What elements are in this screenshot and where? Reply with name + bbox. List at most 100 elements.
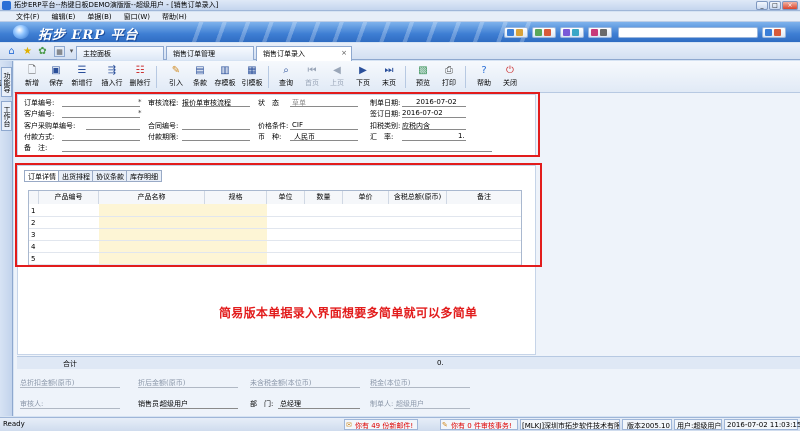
insert-row-icon: ⇶ (107, 65, 117, 76)
banner-button-5[interactable] (762, 27, 786, 38)
sidebar-tab-workbench[interactable]: 工作台 (1, 101, 12, 131)
help-button[interactable]: ? 帮助 (472, 64, 496, 90)
title-bar: 拓步ERP平台--热键日板DEMO演版版--超级用户 - [销售订单录入] _ … (0, 0, 800, 11)
user-panel: 用户:超级用户 (674, 419, 722, 430)
maker-underline (394, 408, 470, 409)
preview-icon: ▧ (418, 65, 428, 76)
new-doc-icon: 🗋 (27, 65, 37, 76)
toolbar-separator (156, 66, 157, 88)
preview-button[interactable]: ▧ 预览 (411, 64, 435, 90)
load-template-icon: ▦ (247, 65, 257, 76)
app-icon (2, 1, 11, 10)
calendar-icon (507, 29, 514, 36)
status-ready: Ready (3, 420, 25, 428)
totals-label: 合计 (63, 360, 77, 368)
company-panel: [MLKJ]深圳市拓步软件技术有限公 (520, 419, 620, 430)
query-button[interactable]: ⌕ 查询 (274, 64, 298, 90)
mail-notice-text: 你有 49 份新邮件! (355, 422, 414, 430)
load-template-button[interactable]: ▦ 引模板 (240, 64, 264, 90)
tab-home[interactable]: 主控面板 (76, 46, 164, 60)
help-icon: ? (481, 65, 487, 76)
terms-icon: ▤ (195, 65, 205, 76)
maximize-button[interactable]: □ (769, 1, 781, 10)
menu-file[interactable]: 文件(F) (10, 12, 46, 22)
document-tab-bar: ⌂ ★ ✿ ▦ ▾ 主控面板 销售订单管理 销售订单录入 × (0, 43, 800, 61)
mail-icon: ✉ (346, 421, 352, 429)
mail-icon (544, 29, 551, 36)
last-page-button[interactable]: ⏭ 末页 (377, 64, 401, 90)
next-page-icon: ▶ (359, 65, 367, 76)
save-template-button[interactable]: ▥ 存模板 (213, 64, 237, 90)
minimize-button[interactable]: _ (756, 1, 768, 10)
user-icon (563, 29, 570, 36)
close-window-button[interactable]: × (782, 1, 798, 10)
brand-banner: 拓步 ERP 平台 (0, 22, 800, 42)
logo-globe-icon (13, 25, 29, 39)
add-row-button[interactable]: ☰ 新增行 (70, 64, 94, 90)
save-template-icon: ▥ (220, 65, 230, 76)
tab-sales-order-entry[interactable]: 销售订单录入 × (256, 46, 352, 61)
banner-button-1[interactable] (504, 27, 528, 38)
close-tab-icon[interactable]: × (341, 49, 347, 57)
task-notice[interactable]: 你有 0 件审核事务! ✎ (440, 419, 518, 430)
toolbar-separator (465, 66, 466, 88)
version-text: 版本2005.10 (627, 422, 670, 430)
user-text: 用户:超级用户 (677, 422, 722, 430)
left-sidebar: 功能导航 工作台 (0, 61, 13, 416)
import-icon: ✎ (171, 65, 181, 76)
maker-label: 制单人: (370, 400, 394, 408)
mail-notice[interactable]: 你有 49 份新邮件! ✉ (344, 419, 418, 430)
dept-underline (278, 408, 360, 409)
menu-edit[interactable]: 编辑(E) (46, 12, 82, 22)
after-disc-field (138, 387, 238, 388)
salesman-underline (160, 408, 238, 409)
last-page-icon: ⏭ (384, 65, 394, 76)
chart-icon (535, 29, 542, 36)
header-highlight-frame (15, 92, 540, 157)
insert-row-button[interactable]: ⇶ 插入行 (100, 64, 124, 90)
print-button[interactable]: ⎙ 打印 (437, 64, 461, 90)
toolbar-separator (405, 66, 406, 88)
menu-window[interactable]: 窗口(W) (118, 12, 156, 22)
order-footer: 总折扣金额(原币) 折后金额(原币) 未含税金额(本位币) 税金(本位币) 审核… (14, 370, 800, 416)
prev-page-button[interactable]: ◀ 上页 (325, 64, 349, 90)
favorite-star-icon[interactable]: ★ (22, 46, 33, 57)
printer-icon: ⎙ (445, 65, 453, 76)
status-bar: Ready 你有 49 份新邮件! ✉ 你有 0 件审核事务! ✎ [MLKJ]深圳… (0, 417, 800, 431)
totals-value: 0. (437, 359, 444, 367)
note-icon (516, 29, 523, 36)
version-panel: 版本2005.10 (622, 419, 672, 430)
banner-button-2[interactable] (532, 27, 556, 38)
banner-button-4[interactable] (588, 27, 612, 38)
window-list-icon[interactable]: ▦ (54, 46, 65, 57)
save-button[interactable]: ▣ 保存 (44, 64, 68, 90)
tax-amount-field (370, 387, 470, 388)
refresh-icon[interactable]: ✿ (37, 46, 48, 57)
banner-button-3[interactable] (560, 27, 584, 38)
company-text: [MLKJ]深圳市拓步软件技术有限公 (522, 422, 620, 430)
task-notice-text: 你有 0 件审核事务! (451, 422, 512, 430)
close-button[interactable]: ⏻ 关闭 (498, 64, 522, 90)
home-icon[interactable]: ⌂ (6, 46, 17, 57)
menu-document[interactable]: 单据(B) (81, 12, 117, 22)
datetime-panel: 2016-07-02 11:03:15 (724, 419, 800, 430)
first-page-icon: ⏮ (307, 65, 317, 76)
brand-logo: 拓步 ERP 平台 (38, 28, 139, 42)
tab-sales-order-manage[interactable]: 销售订单管理 (166, 46, 254, 60)
dept-label: 部 门: (250, 400, 274, 408)
menu-help[interactable]: 帮助(H) (156, 12, 193, 22)
next-page-button[interactable]: ▶ 下页 (351, 64, 375, 90)
disc-total-field (20, 387, 120, 388)
banner-decoration (180, 22, 540, 42)
banner-input[interactable] (618, 27, 758, 38)
delete-row-icon: ☷ (135, 65, 145, 76)
message-icon (572, 29, 579, 36)
exit-icon: ⏻ (506, 65, 514, 76)
tools-icon (600, 29, 607, 36)
window-title: 拓步ERP平台--热键日板DEMO演版版--超级用户 - [销售订单录入] (14, 1, 219, 9)
totals-row: 合计 0. (17, 356, 800, 369)
sidebar-tab-navigation[interactable]: 功能导航 (0, 67, 12, 97)
prev-page-icon: ◀ (333, 65, 341, 76)
toolbar-separator (268, 66, 269, 88)
delete-row-button[interactable]: ☷ 删除行 (128, 64, 152, 90)
